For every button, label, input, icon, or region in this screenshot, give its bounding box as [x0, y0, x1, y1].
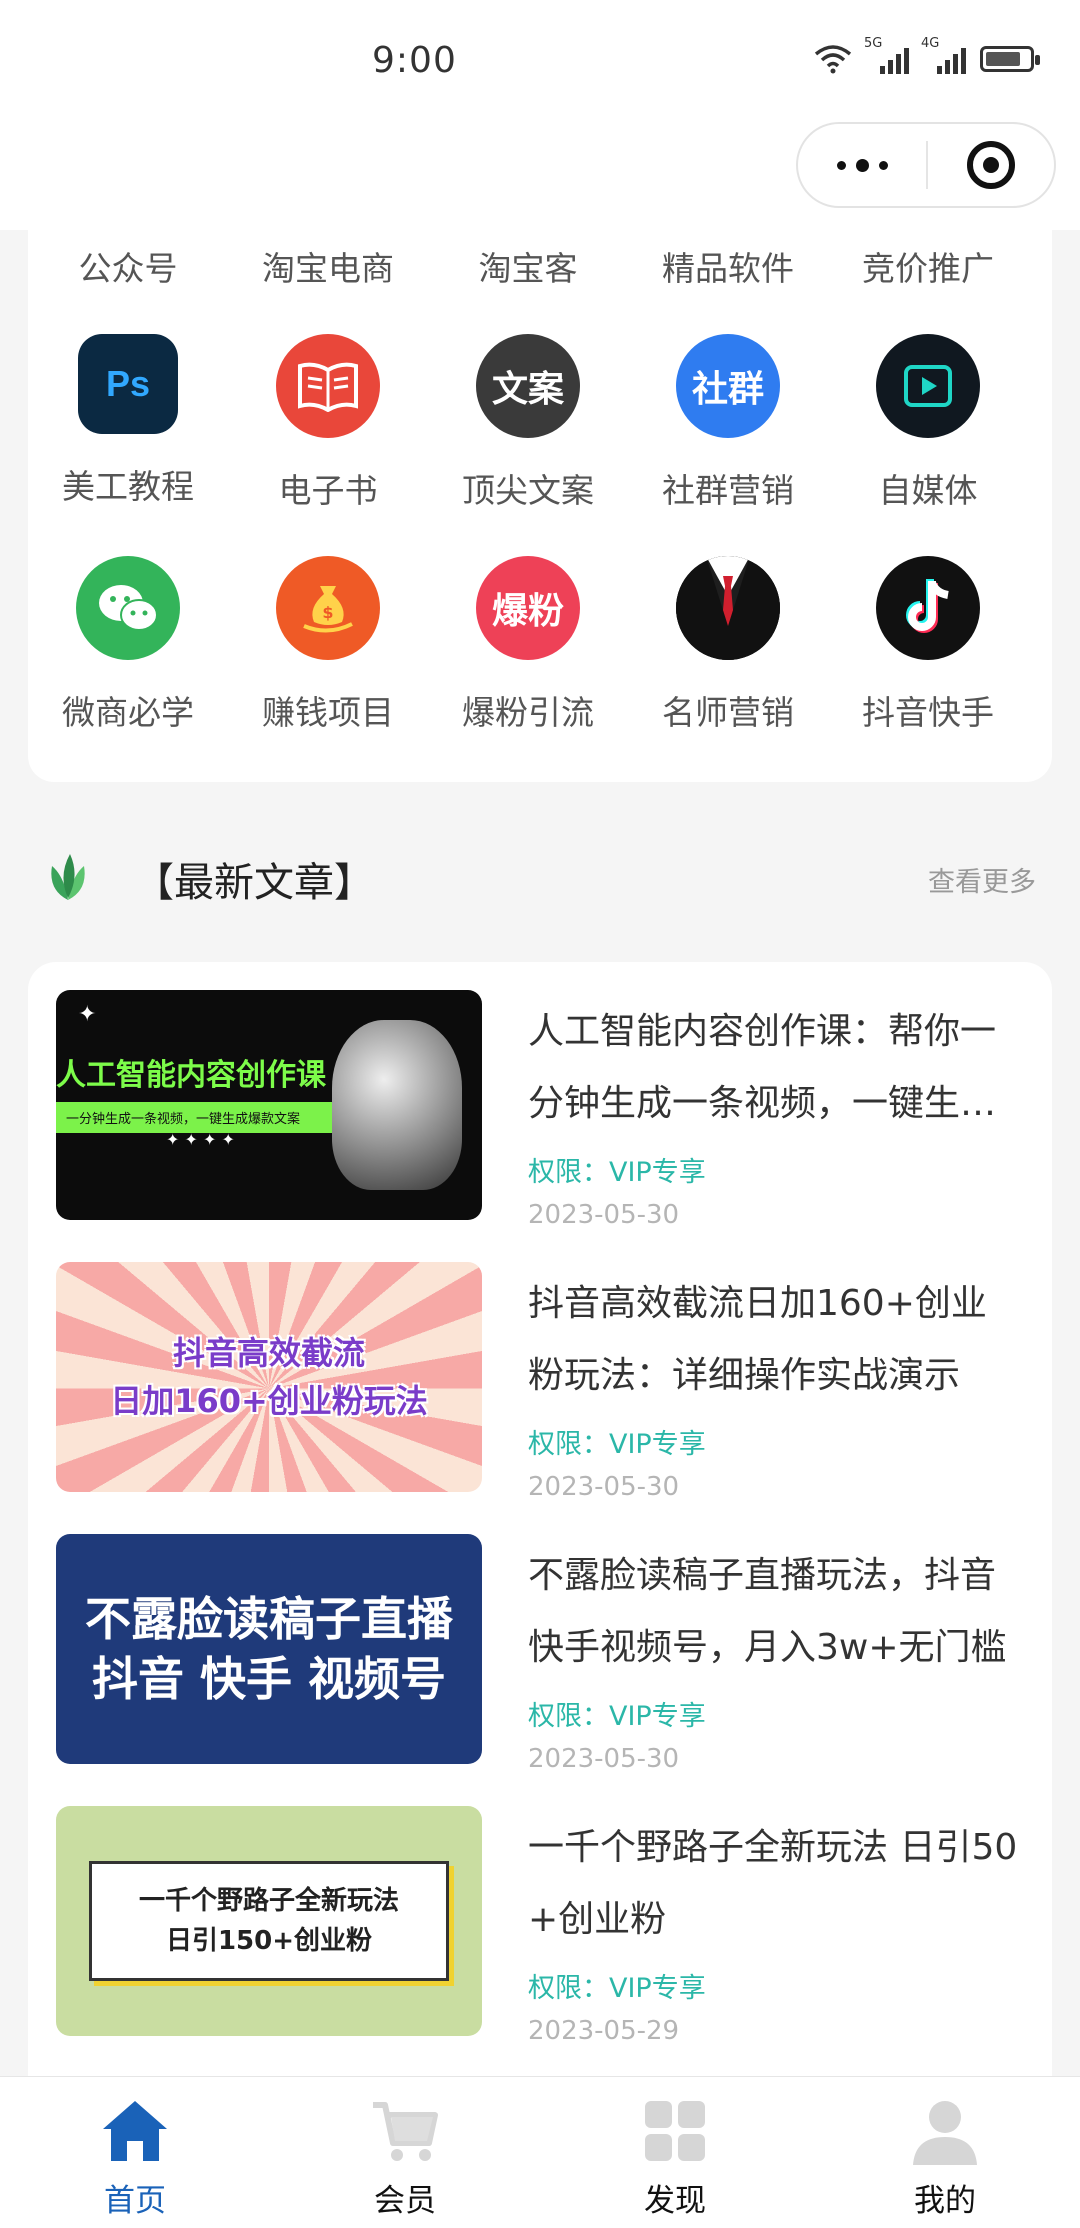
category-label: 自媒体 [878, 471, 978, 510]
thumbnail-title: 一千个野路子全新玩法 [138, 1886, 399, 1916]
category-row: Ps 美工教程 电子书 文案 顶尖文案 社群 社群营销 自媒体 [28, 334, 1052, 512]
article-permission: 权限：VIP专享 [528, 1701, 706, 1732]
grid-icon [645, 2101, 705, 2161]
category-label[interactable]: 淘宝客 [428, 242, 628, 290]
thumbnail-title: 不露脸读稿子直播 [85, 1592, 453, 1646]
bottom-tab-bar: 首页 会员 发现 我的 [0, 2076, 1080, 2228]
article-date: 2023-05-29 [528, 2016, 680, 2046]
category-label: 电子书 [278, 471, 378, 510]
copywriting-icon: 文案 [476, 334, 580, 438]
wechat-icon [76, 556, 180, 660]
fans-icon: 爆粉 [476, 556, 580, 660]
signal-4g-icon: 4G [921, 36, 966, 74]
category-label: 赚钱项目 [262, 693, 394, 732]
category-item-copywriting[interactable]: 文案 顶尖文案 [428, 334, 628, 512]
book-icon [276, 334, 380, 438]
signal-5g-icon: 5G [864, 36, 909, 74]
category-card: 公众号 淘宝电商 淘宝客 精品软件 竞价推广 Ps 美工教程 电子书 文案 顶尖… [28, 200, 1052, 782]
article-title: 不露脸读稿子直播玩法，抖音快手视频号，月入3w+无门槛 [528, 1555, 1007, 1668]
article-list: ✦ ✦ ✦ ✦ ✦ 人工智能内容创作课 一分钟生成一条视频，一键生成爆款文案 人… [28, 962, 1052, 2082]
status-time: 9:00 [372, 40, 457, 81]
category-label: 爆粉引流 [462, 693, 594, 732]
category-label: 名师营销 [662, 693, 794, 732]
miniprogram-capsule [796, 122, 1056, 208]
category-label[interactable]: 淘宝电商 [228, 242, 428, 290]
section-title: 【最新文章】 [134, 860, 374, 906]
category-item-fans[interactable]: 爆粉 爆粉引流 [428, 556, 628, 734]
ps-icon: Ps [78, 334, 178, 434]
article-date: 2023-05-30 [528, 1200, 680, 1230]
thumbnail-subtitle: 抖音 快手 视频号 [91, 1652, 447, 1706]
article-title: 一千个野路子全新玩法 日引50+创业粉 [528, 1827, 1018, 1940]
category-label: 美工教程 [62, 467, 194, 506]
article-thumbnail: 不露脸读稿子直播 抖音 快手 视频号 [56, 1534, 482, 1764]
thumbnail-subtitle: 日加160+创业粉玩法 [110, 1382, 428, 1420]
article-permission: 权限：VIP专享 [528, 1973, 706, 2004]
category-item-community[interactable]: 社群 社群营销 [628, 334, 828, 512]
suit-icon [676, 556, 780, 660]
wifi-icon [814, 45, 852, 74]
category-row-partial: 公众号 淘宝电商 淘宝客 精品软件 竞价推广 [28, 242, 1052, 290]
category-row: 微商必学 $ 赚钱项目 爆粉 爆粉引流 名师营销 抖音快手 [28, 556, 1052, 734]
article-permission: 权限：VIP专享 [528, 1429, 706, 1460]
tab-label: 会员 [374, 2183, 436, 2219]
category-label: 顶尖文案 [462, 471, 594, 510]
category-item-wechat[interactable]: 微商必学 [28, 556, 228, 734]
article-title: 抖音高效截流日加160+创业粉玩法：详细操作实战演示 [528, 1283, 987, 1396]
category-item-teacher[interactable]: 名师营销 [628, 556, 828, 734]
list-item[interactable]: 一千个野路子全新玩法 日引150+创业粉 一千个野路子全新玩法 日引50+创业粉… [56, 1806, 1026, 2046]
community-icon: 社群 [676, 334, 780, 438]
category-item-money[interactable]: $ 赚钱项目 [228, 556, 428, 734]
cart-icon [373, 2102, 438, 2161]
tab-label: 首页 [104, 2183, 166, 2219]
see-more-link[interactable]: 查看更多 [928, 860, 1036, 899]
thumbnail-subtitle: 日引150+创业粉 [165, 1926, 373, 1956]
category-label[interactable]: 精品软件 [628, 242, 828, 290]
user-icon [913, 2101, 977, 2165]
category-item-design[interactable]: Ps 美工教程 [28, 334, 228, 512]
article-permission: 权限：VIP专享 [528, 1157, 706, 1188]
more-menu-button[interactable] [798, 158, 926, 172]
thumbnail-title: 人工智能内容创作课 [56, 1058, 326, 1093]
list-item[interactable]: 抖音高效截流 日加160+创业粉玩法 抖音高效截流日加160+创业粉玩法：详细操… [56, 1262, 1026, 1502]
svg-text:$: $ [322, 603, 333, 622]
category-item-ebook[interactable]: 电子书 [228, 334, 428, 512]
thumbnail-subtitle: 一分钟生成一条视频，一键生成爆款文案 [56, 1102, 336, 1133]
category-label[interactable]: 竞价推广 [828, 242, 1028, 290]
tab-member[interactable]: 会员 [270, 2077, 540, 2228]
money-bag-icon: $ [276, 556, 380, 660]
article-date: 2023-05-30 [528, 1744, 680, 1774]
robot-illustration [332, 1020, 462, 1190]
tab-label: 我的 [914, 2183, 976, 2219]
status-icons: 5G 4G [814, 36, 1040, 74]
target-icon [967, 141, 1015, 189]
article-title: 人工智能内容创作课：帮你一分钟生成一条视频，一键生成爆款文案 [528, 1011, 997, 1124]
tab-mine[interactable]: 我的 [810, 2077, 1080, 2228]
section-header: 【最新文章】 查看更多 [0, 836, 1080, 916]
home-icon [103, 2101, 167, 2161]
category-item-tiktok[interactable]: 抖音快手 [828, 556, 1028, 734]
close-miniprogram-button[interactable] [928, 141, 1054, 189]
thumbnail-title: 抖音高效截流 [172, 1334, 365, 1372]
battery-icon [980, 46, 1040, 72]
thumbnail-box: 一千个野路子全新玩法 日引150+创业粉 [89, 1861, 449, 1981]
tab-label: 发现 [644, 2183, 706, 2219]
tab-discover[interactable]: 发现 [540, 2077, 810, 2228]
leaf-icon [51, 854, 85, 900]
category-label: 社群营销 [662, 471, 794, 510]
tiktok-icon [876, 556, 980, 660]
article-thumbnail: ✦ ✦ ✦ ✦ ✦ 人工智能内容创作课 一分钟生成一条视频，一键生成爆款文案 [56, 990, 482, 1220]
article-date: 2023-05-30 [528, 1472, 680, 1502]
category-label: 微商必学 [62, 693, 194, 732]
category-label[interactable]: 公众号 [28, 242, 228, 290]
category-item-media[interactable]: 自媒体 [828, 334, 1028, 512]
list-item[interactable]: 不露脸读稿子直播 抖音 快手 视频号 不露脸读稿子直播玩法，抖音快手视频号，月入… [56, 1534, 1026, 1774]
article-thumbnail: 抖音高效截流 日加160+创业粉玩法 [56, 1262, 482, 1492]
top-bar: 9:00 5G 4G [0, 0, 1080, 230]
tab-home[interactable]: 首页 [0, 2077, 270, 2228]
article-thumbnail: 一千个野路子全新玩法 日引150+创业粉 [56, 1806, 482, 2036]
category-label: 抖音快手 [862, 693, 994, 732]
video-icon [876, 334, 980, 438]
list-item[interactable]: ✦ ✦ ✦ ✦ ✦ 人工智能内容创作课 一分钟生成一条视频，一键生成爆款文案 人… [56, 990, 1026, 1230]
